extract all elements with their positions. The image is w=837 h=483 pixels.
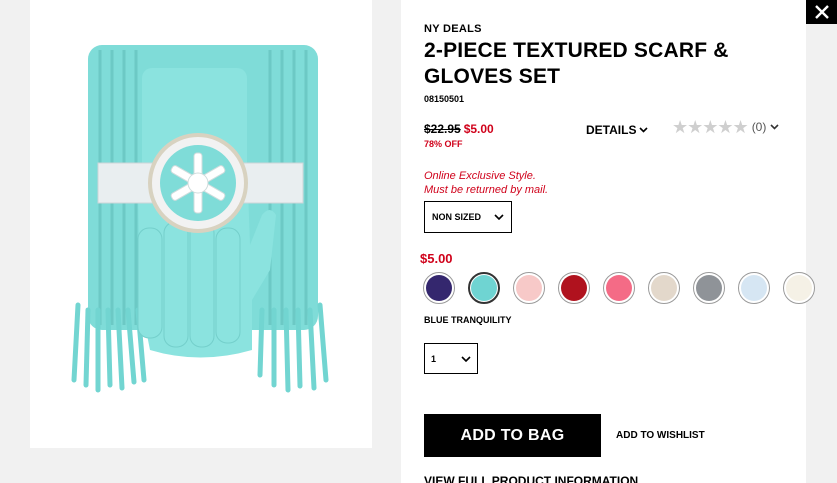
color-swatch-blue-tranquility[interactable] [468,272,500,304]
rating-summary[interactable]: ★★★★★ (0) [672,118,779,136]
online-exclusive-notice: Online Exclusive Style. Must be returned… [424,169,548,197]
swatch-color [741,275,767,301]
price-row: $22.95 $5.00 [424,122,494,136]
notice-line-1: Online Exclusive Style. [424,170,536,182]
swatch-color [516,275,542,301]
swatch-color [606,275,632,301]
swatch-color [696,275,722,301]
add-to-wishlist-link[interactable]: ADD TO WISHLIST [616,430,705,441]
color-swatch-pink[interactable] [603,272,635,304]
chevron-down-icon [494,214,504,220]
product-sku: 08150501 [424,94,465,104]
add-to-bag-button[interactable]: ADD TO BAG [424,414,601,457]
swatch-color [786,275,812,301]
color-swatch-navy[interactable] [423,272,455,304]
chevron-down-icon [770,124,779,130]
chevron-down-icon [461,355,471,362]
product-image [30,0,372,448]
notice-line-2: Must be returned by mail. [424,184,549,196]
quantity-select[interactable]: 1 [424,343,478,374]
sale-price: $5.00 [463,122,494,136]
color-swatches [423,272,815,304]
view-full-product-link[interactable]: VIEW FULL PRODUCT INFORMATION [424,474,638,483]
selected-color-name: BLUE TRANQUILITY [424,315,512,325]
color-swatch-red[interactable] [558,272,590,304]
swatch-color [561,275,587,301]
discount-badge: 78% OFF [424,139,463,149]
close-button[interactable] [806,0,837,24]
size-value: NON SIZED [432,212,482,222]
swatch-color [426,275,452,301]
quick-view-modal: NY DEALS 2-PIECE TEXTURED SCARF & GLOVES… [0,0,837,483]
swatch-price: $5.00 [420,251,453,266]
quantity-value: 1 [431,353,437,364]
size-select[interactable]: NON SIZED [424,201,512,233]
chevron-down-icon [639,127,649,133]
color-swatch-beige[interactable] [648,272,680,304]
color-swatch-ivory[interactable] [783,272,815,304]
details-label: DETAILS [586,123,637,137]
color-swatch-grey[interactable] [693,272,725,304]
color-swatch-light-blue[interactable] [738,272,770,304]
breadcrumb[interactable]: NY DEALS [424,23,482,35]
review-count: (0) [751,120,767,134]
color-swatch-light-pink[interactable] [513,272,545,304]
swatch-color [651,275,677,301]
star-rating-icon: ★★★★★ [672,117,749,137]
close-icon [814,5,829,19]
scarf-gloves-image [71,45,329,393]
original-price: $22.95 [424,122,461,136]
details-toggle[interactable]: DETAILS [586,123,649,137]
swatch-color [471,275,497,301]
product-title: 2-PIECE TEXTURED SCARF & GLOVES SET [424,39,729,88]
